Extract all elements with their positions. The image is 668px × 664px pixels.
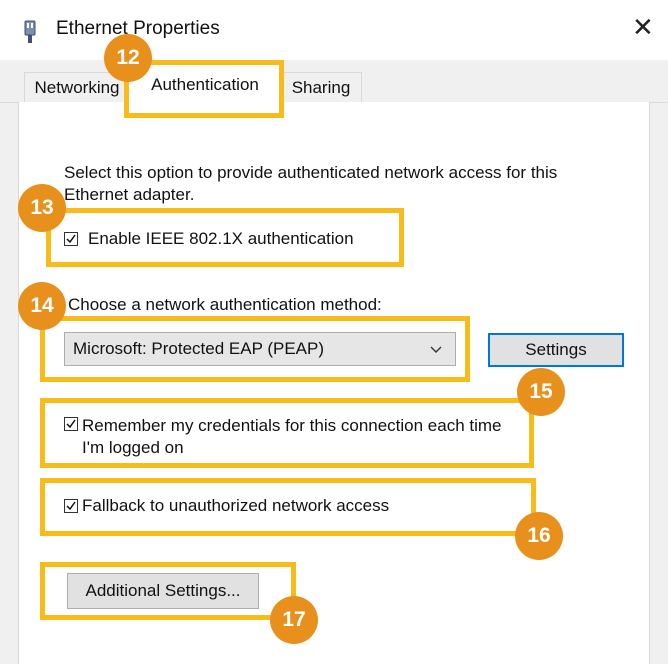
annotation-badge-16: 16 <box>515 512 563 560</box>
tab-sharing[interactable]: Sharing <box>280 72 362 103</box>
annotation-badge-15: 15 <box>517 368 565 416</box>
network-adapter-icon <box>22 20 38 44</box>
annotation-badge-14: 14 <box>18 282 66 330</box>
auth-method-dropdown[interactable]: Microsoft: Protected EAP (PEAP) <box>64 332 456 366</box>
annotation-badge-12: 12 <box>104 34 152 82</box>
tab-authentication[interactable]: Authentication <box>128 64 282 104</box>
annotation-badge-17: 17 <box>270 596 318 644</box>
tab-label: Authentication <box>151 74 259 94</box>
checkmark-icon <box>66 234 76 244</box>
checkmark-icon <box>66 419 76 429</box>
remember-credentials-label[interactable]: Remember my credentials for this connect… <box>82 415 522 459</box>
annotation-badge-13: 13 <box>18 184 66 232</box>
additional-settings-button[interactable]: Additional Settings... <box>67 573 259 609</box>
enable-8021x-checkbox[interactable] <box>64 232 78 246</box>
enable-8021x-label[interactable]: Enable IEEE 802.1X authentication <box>88 229 354 249</box>
auth-method-value: Microsoft: Protected EAP (PEAP) <box>73 339 324 358</box>
checkmark-icon <box>66 501 76 511</box>
chevron-down-icon <box>430 346 442 353</box>
tab-label: Sharing <box>291 78 351 97</box>
method-label: Choose a network authentication method: <box>68 295 382 314</box>
remember-credentials-checkbox[interactable] <box>64 417 78 431</box>
settings-button[interactable]: Settings <box>488 333 624 367</box>
description-text: Select this option to provide authentica… <box>64 163 558 204</box>
settings-button-label: Settings <box>525 340 587 359</box>
fallback-checkbox[interactable] <box>64 499 78 513</box>
close-icon[interactable]: ✕ <box>632 14 654 40</box>
fallback-label[interactable]: Fallback to unauthorized network access <box>82 496 389 516</box>
tab-label: Networking <box>34 78 120 97</box>
additional-settings-label: Additional Settings... <box>85 581 241 600</box>
